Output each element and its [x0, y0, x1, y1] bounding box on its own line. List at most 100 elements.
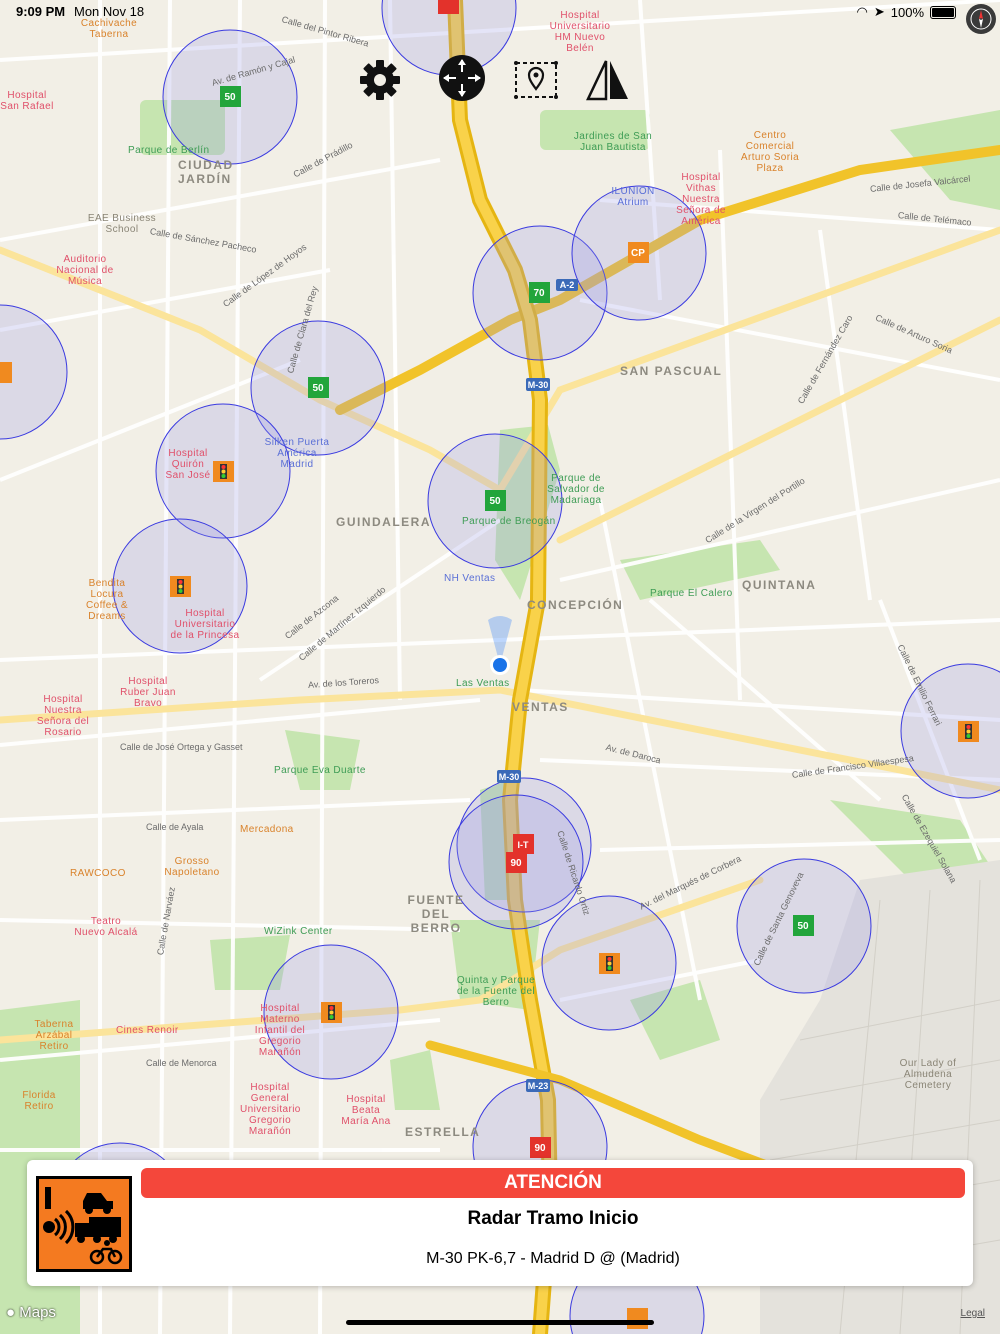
- poi-label[interactable]: Silken Puerta América Madrid: [260, 437, 334, 470]
- poi-label[interactable]: Parque de Breogán: [462, 516, 555, 527]
- poi-label[interactable]: Taberna Arzábal Retiro: [26, 1019, 82, 1052]
- poi-label[interactable]: Hospital San Rafael: [0, 90, 54, 112]
- poi-label[interactable]: Teatro Nuevo Alcalá: [74, 916, 138, 938]
- traffic-light-radar-icon: [0, 362, 12, 383]
- svg-text:50: 50: [312, 383, 324, 394]
- poi-label[interactable]: Grosso Napoletano: [162, 856, 222, 878]
- legal-link[interactable]: Legal: [961, 1308, 985, 1319]
- svg-text:M-30: M-30: [499, 772, 520, 782]
- recenter-icon: [439, 55, 485, 101]
- svg-text:50: 50: [489, 496, 501, 507]
- poi-label[interactable]: Our Lady of Almudena Cemetery: [890, 1058, 966, 1091]
- home-indicator[interactable]: [346, 1320, 654, 1325]
- alert-banner: ATENCIÓN: [141, 1168, 965, 1198]
- poi-label[interactable]: Hospital Nuestra Señora del Rosario: [36, 694, 90, 738]
- map-view[interactable]: A-2 M-30 M-30 M-23 50 70 50 50 50 90 90 …: [0, 0, 1000, 1334]
- status-date: Mon Nov 18: [74, 4, 145, 19]
- apple-logo-icon: ●: [6, 1304, 16, 1321]
- road-shield-m23: M-23: [528, 1081, 549, 1091]
- maps-attribution: ● Maps: [6, 1304, 56, 1321]
- svg-text:CP: CP: [631, 248, 645, 259]
- poi-label[interactable]: Hospital Beata María Ana: [340, 1094, 392, 1127]
- svg-text:90: 90: [534, 1143, 546, 1154]
- district-label: SAN PASCUAL: [620, 364, 723, 378]
- road-shield-a2: A-2: [560, 280, 575, 290]
- street-label: Calle de Menorca: [146, 1058, 217, 1068]
- svg-text:50: 50: [797, 921, 809, 932]
- settings-button[interactable]: [356, 56, 404, 104]
- district-label: ESTRELLA: [405, 1125, 481, 1139]
- poi-label[interactable]: EAE Business School: [86, 213, 158, 235]
- street-label: Calle de José Ortega y Gasset: [120, 742, 243, 752]
- poi-label[interactable]: Parque El Calero: [650, 588, 733, 599]
- speed-radar-icon: 50: [485, 490, 506, 511]
- status-indicators: ◠ ➤ 100%: [856, 4, 956, 20]
- section-radar-icon: I-T: [513, 834, 534, 854]
- traffic-light-radar-icon: [170, 576, 191, 597]
- poi-label[interactable]: Bendita Locura Coffee & Dreams: [84, 578, 130, 622]
- poi-label[interactable]: Cines Renoir: [116, 1025, 179, 1036]
- speed-radar-icon: 50: [308, 377, 329, 398]
- traffic-light-radar-icon: [599, 953, 620, 974]
- district-label: CONCEPCIÓN: [527, 598, 624, 612]
- poi-label[interactable]: Las Ventas: [456, 678, 509, 689]
- section-radar-icon: [36, 1176, 132, 1272]
- traffic-light-radar-icon: [321, 1002, 342, 1023]
- svg-text:90: 90: [510, 858, 522, 869]
- poi-label[interactable]: Parque de Berlín: [128, 145, 209, 156]
- district-label: VENTAS: [512, 700, 569, 714]
- poi-label[interactable]: Hospital Universitario de la Princesa: [170, 608, 240, 641]
- map-toolbar: [356, 54, 636, 104]
- poi-label[interactable]: ILUNION Atrium: [608, 186, 658, 208]
- compass-icon[interactable]: [966, 4, 996, 34]
- district-label: CIUDAD JARDÍN: [178, 158, 234, 186]
- svg-text:I-T: I-T: [518, 840, 529, 850]
- poi-label[interactable]: Hospital Vithas Nuestra Señora de Améric…: [674, 172, 728, 227]
- region-select-icon: [514, 61, 558, 99]
- gear-icon: [360, 60, 400, 100]
- battery-percent: 100%: [890, 4, 924, 20]
- speed-radar-icon: 90: [506, 852, 527, 873]
- maps-label: Maps: [19, 1304, 56, 1321]
- region-select-button[interactable]: [512, 56, 560, 104]
- poi-label[interactable]: Auditorio Nacional de Música: [56, 254, 114, 287]
- poi-label[interactable]: Hospital Materno Infantil del Gregorio M…: [248, 1003, 312, 1058]
- traffic-light-radar-icon: [958, 721, 979, 742]
- recenter-button[interactable]: [438, 54, 486, 102]
- poi-label[interactable]: Hospital Quirón San José: [162, 448, 214, 481]
- poi-label[interactable]: Centro Comercial Arturo Soria Plaza: [738, 130, 802, 174]
- district-label: QUINTANA: [742, 578, 817, 592]
- poi-label[interactable]: NH Ventas: [444, 573, 495, 584]
- poi-label[interactable]: RAWCOCO: [70, 868, 126, 879]
- poi-label[interactable]: WiZink Center: [264, 926, 333, 937]
- district-label: FUENTE DEL BERRO: [407, 893, 465, 935]
- mirror-icon: [586, 60, 628, 101]
- road-shield-m30: M-30: [528, 380, 549, 390]
- wifi-icon: ◠: [856, 4, 868, 19]
- traffic-light-radar-icon: [627, 1308, 648, 1329]
- poi-label[interactable]: Florida Retiro: [18, 1090, 60, 1112]
- speed-radar-icon: 90: [530, 1137, 551, 1158]
- alert-subtitle: M-30 PK-6,7 - Madrid D @ (Madrid): [426, 1250, 680, 1267]
- svg-text:50: 50: [224, 92, 236, 103]
- alert-title: Radar Tramo Inicio: [467, 1208, 639, 1229]
- poi-label[interactable]: Hospital General Universitario Gregorio …: [240, 1082, 300, 1137]
- poi-label[interactable]: Parque Eva Duarte: [274, 765, 366, 776]
- poi-label[interactable]: Mercadona: [240, 824, 294, 835]
- status-time: 9:09 PM: [16, 4, 66, 19]
- poi-label[interactable]: Quinta y Parque de la Fuente del Berro: [456, 975, 536, 1008]
- poi-label[interactable]: Parque de Salvador de Madariaga: [534, 473, 618, 506]
- poi-label[interactable]: Jardines de San Juan Bautista: [570, 131, 656, 153]
- battery-icon: [930, 5, 956, 19]
- street-label: Calle de Ayala: [146, 822, 204, 832]
- location-arrow-icon: ➤: [873, 4, 885, 19]
- svg-text:70: 70: [533, 288, 545, 299]
- speed-radar-icon: 70: [529, 282, 550, 303]
- status-bar: 9:09 PM Mon Nov 18 ◠ ➤ 100%: [0, 0, 1000, 24]
- mirror-button[interactable]: [584, 56, 632, 104]
- section-radar-icon: CP: [628, 242, 649, 263]
- radar-alert-panel[interactable]: ATENCIÓN Radar Tramo Inicio M-30 PK-6,7 …: [27, 1160, 973, 1286]
- poi-label[interactable]: Hospital Ruber Juan Bravo: [118, 676, 178, 709]
- traffic-light-radar-icon: [213, 461, 234, 482]
- district-label: GUINDALERA: [336, 515, 431, 529]
